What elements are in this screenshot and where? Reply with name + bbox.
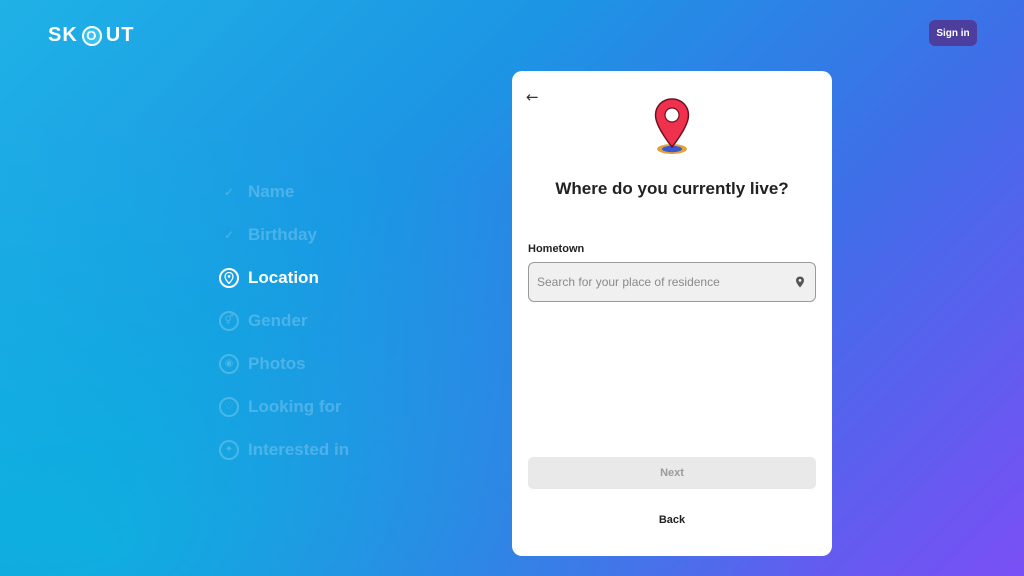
logo-o-ring: O: [81, 25, 102, 46]
step-label: Looking for: [248, 396, 342, 416]
step-name: ✓ Name: [219, 170, 459, 213]
hometown-label: Hometown: [528, 243, 585, 255]
gender-icon: ⚥: [219, 310, 239, 331]
back-button[interactable]: Back: [622, 509, 722, 531]
check-icon: ✓: [223, 227, 235, 242]
step-label: Location: [248, 267, 319, 287]
lightbulb-icon: ✦: [219, 439, 239, 460]
check-icon: ✓: [223, 184, 235, 199]
location-pin-icon: [219, 267, 239, 288]
back-arrow-icon[interactable]: ←: [526, 88, 539, 106]
hometown-search-field[interactable]: [528, 262, 816, 302]
step-label: Gender: [248, 310, 308, 330]
skout-logo: SK O UT: [48, 24, 134, 47]
step-label: Name: [248, 181, 295, 201]
sign-in-button[interactable]: Sign in: [929, 20, 977, 46]
step-location: Location: [219, 256, 459, 299]
step-looking-for: ♡ Looking for: [219, 385, 459, 428]
step-photos: ◉ Photos: [219, 342, 459, 385]
next-button[interactable]: Next: [528, 457, 816, 489]
signup-steps: ✓ Name ✓ Birthday Location ⚥ Gender ◉ Ph…: [219, 170, 459, 471]
step-label: Birthday: [248, 224, 317, 244]
step-label: Interested in: [248, 439, 350, 459]
map-pin-illustration-icon: [654, 98, 690, 154]
page-title: Where do you currently live?: [555, 179, 789, 198]
hometown-search-input[interactable]: [537, 275, 795, 289]
heart-icon: ♡: [219, 396, 239, 417]
step-interested-in: ✦ Interested in: [219, 428, 459, 471]
logo-text-prefix: SK: [48, 24, 78, 46]
step-birthday: ✓ Birthday: [219, 213, 459, 256]
camera-icon: ◉: [219, 353, 239, 374]
location-marker-icon: [796, 276, 804, 288]
logo-text-suffix: UT: [105, 24, 135, 46]
location-card: ← Where do you currently live? Hometown …: [512, 71, 832, 556]
step-label: Photos: [248, 353, 306, 373]
step-gender: ⚥ Gender: [219, 299, 459, 342]
